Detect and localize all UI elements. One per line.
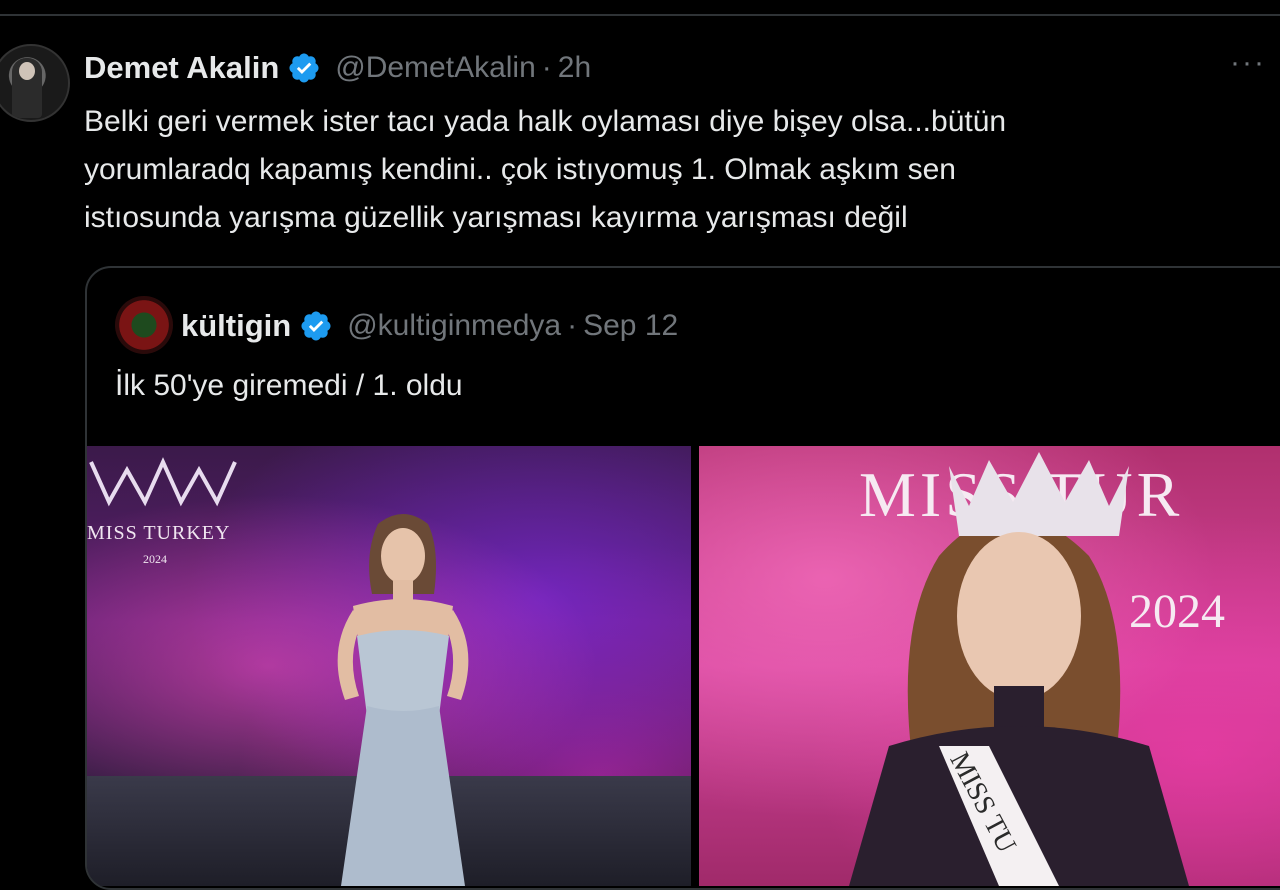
quoted-photo-left[interactable]: MISS TURKEY 2024	[87, 446, 691, 886]
contestant-figure	[337, 514, 469, 886]
header-separator: ·	[541, 51, 552, 84]
quoted-tweet-header: kültigin @kultiginmedya · Sep 12	[181, 304, 678, 348]
tweet-text-line: Belki geri vermek ister tacı yada halk o…	[84, 105, 1007, 138]
author-avatar[interactable]	[0, 44, 70, 122]
quoted-author-name[interactable]: kültigin	[181, 308, 291, 344]
tweet-text-line: istıosunda yarışma güzellik yarışması ka…	[84, 201, 908, 234]
tweet-header: Demet Akalin @DemetAkalin · 2h	[84, 46, 591, 90]
author-handle[interactable]: @DemetAkalin	[335, 51, 536, 85]
quoted-author-avatar[interactable]	[115, 296, 173, 354]
verified-badge-icon	[301, 311, 331, 341]
tweet-text-line: yorumlaradq kapamış kendini.. çok istıyo…	[84, 153, 956, 186]
more-options-icon[interactable]: ···	[1230, 46, 1266, 80]
verified-badge-icon	[289, 53, 319, 83]
quoted-author-handle[interactable]: @kultiginmedya	[347, 309, 561, 343]
tweet-time[interactable]: 2h	[558, 51, 591, 85]
photo-logo-year: 2024	[143, 552, 167, 566]
miss-turkey-logo	[89, 457, 237, 507]
tweet-text: Belki geri vermek ister tacı yada halk o…	[84, 98, 1264, 242]
quoted-tweet[interactable]: kültigin @kultiginmedya · Sep 12 İlk 50'…	[85, 266, 1280, 890]
top-divider	[0, 14, 1280, 16]
quoted-photo-right[interactable]: MISS TUR 2024 MISS TU	[699, 446, 1280, 886]
quoted-tweet-text: İlk 50'ye giremedi / 1. oldu	[115, 369, 463, 402]
author-name[interactable]: Demet Akalin	[84, 50, 279, 86]
winner-figure: MISS TU	[849, 452, 1189, 886]
quoted-tweet-date[interactable]: Sep 12	[583, 309, 678, 343]
quoted-header-separator: ·	[567, 309, 578, 342]
avatar-face	[19, 62, 35, 80]
photo-logo-text: MISS TURKEY	[87, 522, 231, 544]
